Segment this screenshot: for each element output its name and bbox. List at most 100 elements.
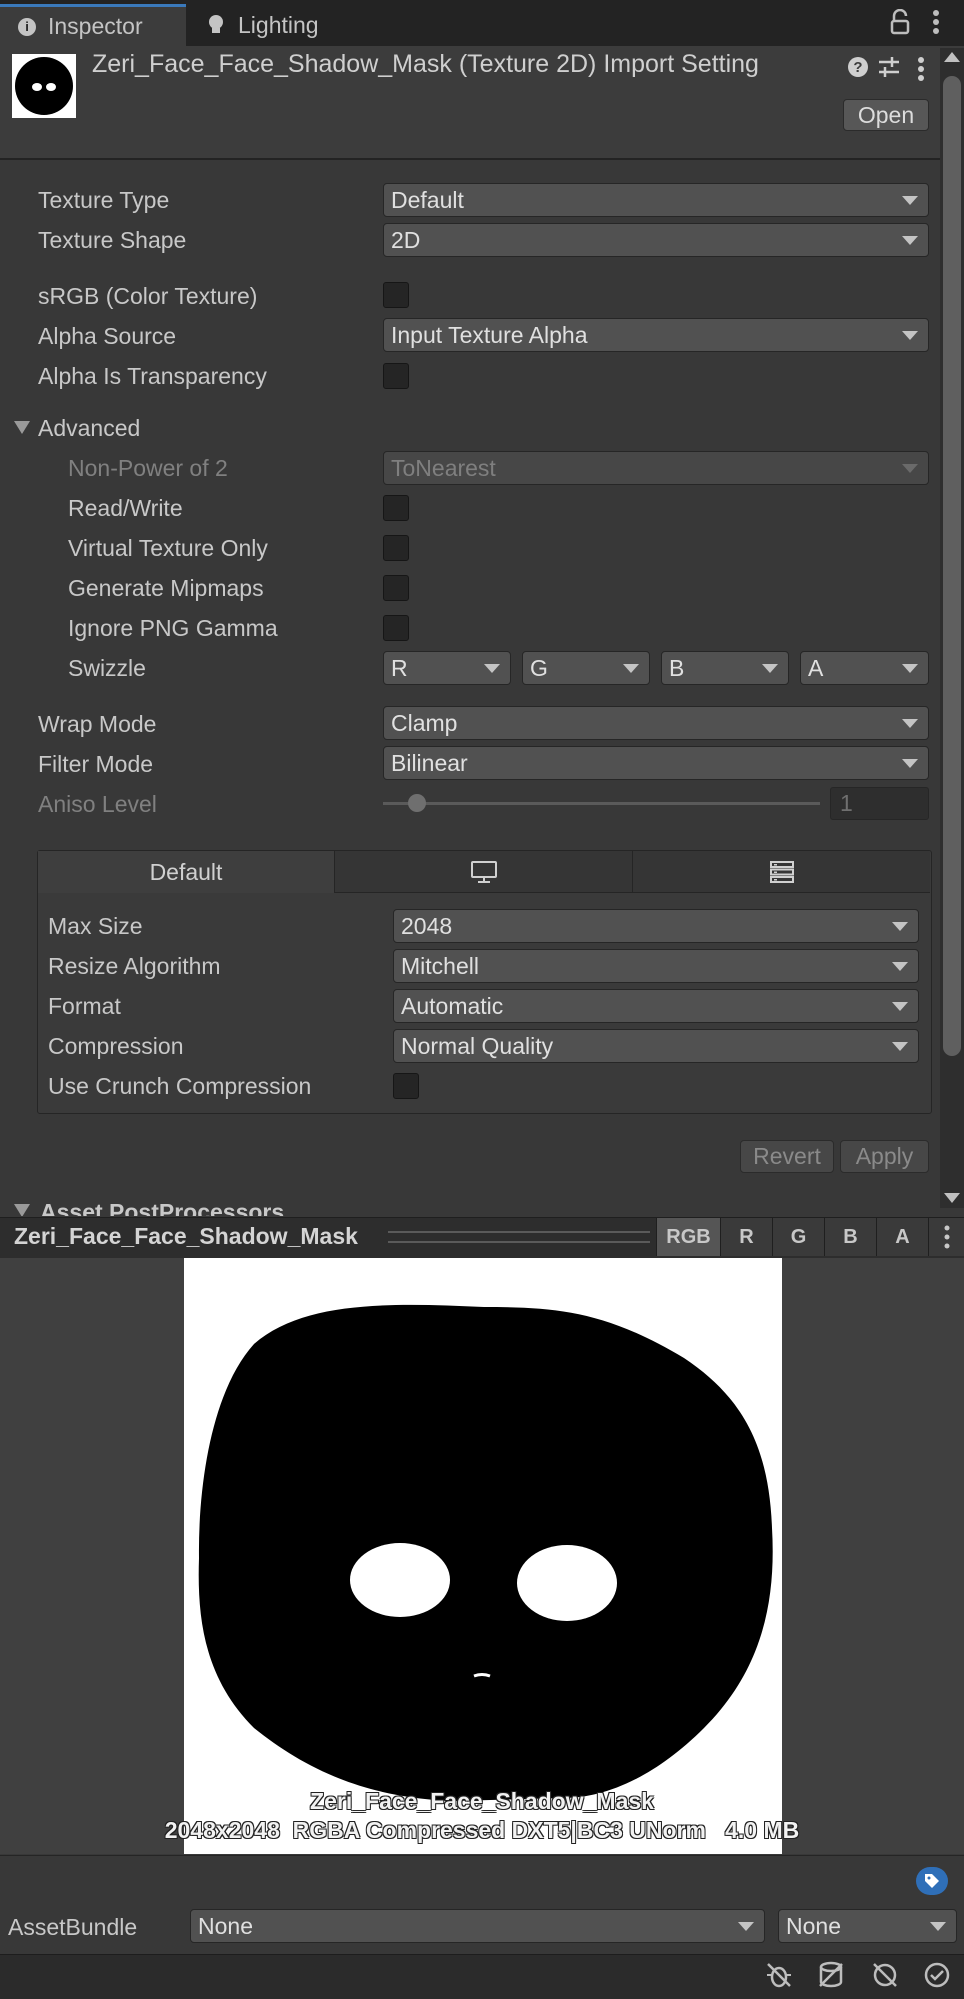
max-size-value: 2048	[401, 912, 453, 939]
platform-tab-standalone[interactable]	[335, 851, 633, 893]
tab-lighting-label: Lighting	[238, 11, 319, 38]
monitor-icon	[470, 860, 498, 884]
npot-dropdown: ToNearest	[383, 451, 929, 485]
max-size-dropdown[interactable]: 2048	[393, 909, 919, 943]
foldout-arrow-icon[interactable]	[14, 1204, 30, 1216]
texture-type-dropdown[interactable]: Default	[383, 183, 929, 217]
scroll-up-icon[interactable]	[944, 52, 960, 62]
virtual-texture-label: Virtual Texture Only	[68, 535, 268, 561]
advanced-foldout[interactable]: Advanced	[38, 414, 140, 442]
platform-tab-default[interactable]: Default	[38, 851, 335, 893]
preset-icon[interactable]	[877, 56, 901, 78]
wrap-mode-value: Clamp	[391, 709, 458, 736]
help-icon[interactable]: ?	[847, 56, 869, 78]
apply-button[interactable]: Apply	[840, 1140, 929, 1173]
asset-bundle-variant-value: None	[786, 1912, 841, 1939]
read-write-label: Read/Write	[68, 495, 183, 521]
srgb-checkbox[interactable]	[383, 282, 409, 308]
filter-mode-value: Bilinear	[391, 749, 468, 776]
asset-postprocessors-foldout[interactable]: Asset PostProcessors	[40, 1198, 284, 1216]
open-button[interactable]: Open	[843, 99, 929, 131]
debug-bug-icon[interactable]	[764, 1960, 794, 1990]
cache-server-icon[interactable]	[816, 1960, 846, 1990]
swizzle-a-dropdown[interactable]: A	[800, 651, 929, 685]
chevron-down-icon	[902, 236, 918, 245]
swizzle-b-value: B	[669, 654, 685, 681]
texture-type-value: Default	[391, 186, 464, 213]
format-label: Format	[48, 993, 121, 1019]
page-title: Zeri_Face_Face_Shadow_Mask (Texture 2D) …	[92, 50, 759, 78]
revert-button[interactable]: Revert	[740, 1140, 834, 1173]
texture-type-label: Texture Type	[38, 187, 170, 213]
texture-shape-dropdown[interactable]: 2D	[383, 223, 929, 257]
channel-r-button[interactable]: R	[720, 1218, 772, 1256]
asset-bundle-variant-dropdown[interactable]: None	[778, 1909, 957, 1943]
max-size-label: Max Size	[48, 913, 143, 939]
npot-value: ToNearest	[391, 454, 496, 481]
preview-drag-handle[interactable]	[388, 1231, 650, 1243]
alpha-source-dropdown[interactable]: Input Texture Alpha	[383, 318, 929, 352]
scroll-down-icon[interactable]	[944, 1193, 960, 1203]
read-write-checkbox[interactable]	[383, 495, 409, 521]
tab-inspector[interactable]: i Inspector	[0, 4, 186, 46]
tag-icon[interactable]	[916, 1867, 948, 1895]
chevron-down-icon	[484, 664, 500, 673]
aniso-slider-handle	[408, 794, 426, 812]
chevron-down-icon	[902, 464, 918, 473]
virtual-texture-checkbox[interactable]	[383, 535, 409, 561]
preview-info-name: Zeri_Face_Face_Shadow_Mask	[310, 1788, 654, 1814]
tab-inspector-label: Inspector	[48, 13, 143, 39]
channel-g-button[interactable]: G	[772, 1218, 824, 1256]
texture-thumbnail	[12, 54, 76, 118]
scrollbar-thumb[interactable]	[943, 76, 961, 1056]
chevron-down-icon	[930, 1922, 946, 1931]
chevron-down-icon	[623, 664, 639, 673]
preview-name: Zeri_Face_Face_Shadow_Mask	[14, 1223, 358, 1249]
channel-a-button[interactable]: A	[876, 1218, 928, 1256]
png-gamma-checkbox[interactable]	[383, 615, 409, 641]
resize-algorithm-label: Resize Algorithm	[48, 953, 221, 979]
aniso-slider-track	[383, 802, 820, 805]
alpha-source-label: Alpha Source	[38, 323, 177, 349]
texture-preview	[184, 1258, 782, 1854]
crunch-compression-label: Use Crunch Compression	[48, 1073, 312, 1099]
tab-menu-icon[interactable]	[932, 9, 940, 35]
foldout-arrow-icon[interactable]	[14, 421, 30, 434]
channel-rgb-button[interactable]: RGB	[656, 1218, 720, 1256]
asset-bundle-dropdown[interactable]: None	[190, 1909, 765, 1943]
component-menu-icon[interactable]	[917, 56, 925, 82]
auto-generate-lighting-icon[interactable]	[870, 1960, 900, 1990]
format-value: Automatic	[401, 992, 504, 1019]
resize-algorithm-dropdown[interactable]: Mitchell	[393, 949, 919, 983]
chevron-down-icon	[892, 1002, 908, 1011]
chevron-down-icon	[902, 759, 918, 768]
platform-tab-server[interactable]	[633, 851, 930, 893]
svg-text:?: ?	[853, 59, 862, 76]
wrap-mode-dropdown[interactable]: Clamp	[383, 706, 929, 740]
compression-value: Normal Quality	[401, 1032, 554, 1059]
filter-mode-dropdown[interactable]: Bilinear	[383, 746, 929, 780]
crunch-compression-checkbox[interactable]	[393, 1073, 419, 1099]
swizzle-r-dropdown[interactable]: R	[383, 651, 511, 685]
chevron-down-icon	[762, 664, 778, 673]
tab-lighting[interactable]: Lighting	[190, 4, 360, 46]
lock-icon[interactable]	[889, 8, 911, 35]
swizzle-label: Swizzle	[68, 655, 146, 681]
compression-dropdown[interactable]: Normal Quality	[393, 1029, 919, 1063]
channel-b-button[interactable]: B	[824, 1218, 876, 1256]
swizzle-g-dropdown[interactable]: G	[522, 651, 650, 685]
wrap-mode-label: Wrap Mode	[38, 711, 157, 737]
preview-menu-icon[interactable]	[928, 1218, 964, 1256]
alpha-transparency-checkbox[interactable]	[383, 363, 409, 389]
srgb-label: sRGB (Color Texture)	[38, 283, 258, 309]
npot-label: Non-Power of 2	[68, 455, 228, 481]
mipmaps-checkbox[interactable]	[383, 575, 409, 601]
checkmark-icon[interactable]	[922, 1960, 952, 1990]
texture-shape-label: Texture Shape	[38, 227, 187, 253]
chevron-down-icon	[902, 331, 918, 340]
chevron-down-icon	[738, 1922, 754, 1931]
chevron-down-icon	[892, 962, 908, 971]
format-dropdown[interactable]: Automatic	[393, 989, 919, 1023]
preview-info-details: 2048x2048 RGBA Compressed DXT5|BC3 UNorm…	[164, 1817, 800, 1843]
swizzle-b-dropdown[interactable]: B	[661, 651, 789, 685]
